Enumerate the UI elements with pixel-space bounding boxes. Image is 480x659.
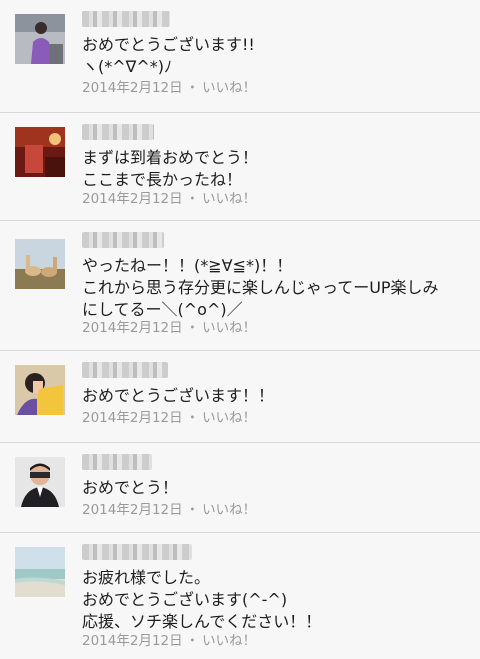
comment-item: おめでとう！ 2014年2月12日・いいね！ xyxy=(0,443,480,533)
woman-purple-icon[interactable] xyxy=(15,14,65,64)
separator: ・ xyxy=(185,502,200,518)
comment-text: お疲れ様でした。 おめでとうございます(^-^) 応援、ソチ楽しんでください！！ xyxy=(82,568,322,631)
comment-text: おめでとう！ xyxy=(82,478,179,497)
comment-date: 2014年2月12日 xyxy=(82,320,183,336)
like-link[interactable]: いいね！ xyxy=(202,633,256,649)
alpacas-icon[interactable] xyxy=(15,239,65,289)
like-link[interactable]: いいね！ xyxy=(202,410,256,426)
comment-meta: 2014年2月12日・いいね！ xyxy=(82,409,256,427)
comment-meta: 2014年2月12日・いいね！ xyxy=(82,190,256,208)
red-room-icon[interactable] xyxy=(15,127,65,177)
beach-icon[interactable] xyxy=(15,547,65,597)
like-link[interactable]: いいね！ xyxy=(202,191,256,207)
comment-item: おめでとうございます！！ 2014年2月12日・いいね！ xyxy=(0,351,480,443)
comment-item: お疲れ様でした。 おめでとうございます(^-^) 応援、ソチ楽しんでください！！… xyxy=(0,533,480,659)
commenter-name-blurred[interactable] xyxy=(82,124,154,140)
like-link[interactable]: いいね！ xyxy=(202,502,256,518)
comment-meta: 2014年2月12日・いいね！ xyxy=(82,79,256,97)
separator: ・ xyxy=(185,410,200,426)
commenter-name-blurred[interactable] xyxy=(82,362,168,378)
comment-text: やったねー！！(*≧∀≦*)！！ これから思う存分更に楽しんじゃってーUP楽しみ… xyxy=(82,256,439,319)
separator: ・ xyxy=(185,633,200,649)
commenter-name-blurred[interactable] xyxy=(82,454,152,470)
separator: ・ xyxy=(185,191,200,207)
comment-text: まずは到着おめでとう！ ここまで長かったね！ xyxy=(82,148,259,189)
comment-feed: おめでとうございます!! ヽ(*^∇^*)ﾉ 2014年2月12日・いいね！ ま… xyxy=(0,0,480,659)
separator: ・ xyxy=(185,80,200,96)
woman-yellow-icon[interactable] xyxy=(15,365,65,415)
comment-item: まずは到着おめでとう！ ここまで長かったね！ 2014年2月12日・いいね！ xyxy=(0,113,480,221)
comment-meta: 2014年2月12日・いいね！ xyxy=(82,319,256,337)
like-link[interactable]: いいね！ xyxy=(202,320,256,336)
comment-date: 2014年2月12日 xyxy=(82,191,183,207)
comment-meta: 2014年2月12日・いいね！ xyxy=(82,632,256,650)
comment-date: 2014年2月12日 xyxy=(82,410,183,426)
comment-item: やったねー！！(*≧∀≦*)！！ これから思う存分更に楽しんじゃってーUP楽しみ… xyxy=(0,221,480,351)
comment-date: 2014年2月12日 xyxy=(82,502,183,518)
comment-meta: 2014年2月12日・いいね！ xyxy=(82,501,256,519)
commenter-name-blurred[interactable] xyxy=(82,11,170,27)
comment-date: 2014年2月12日 xyxy=(82,633,183,649)
man-suit-icon[interactable] xyxy=(15,457,65,507)
separator: ・ xyxy=(185,320,200,336)
comment-text: おめでとうございます!! ヽ(*^∇^*)ﾉ xyxy=(82,35,255,76)
comment-date: 2014年2月12日 xyxy=(82,80,183,96)
like-link[interactable]: いいね！ xyxy=(202,80,256,96)
comment-item: おめでとうございます!! ヽ(*^∇^*)ﾉ 2014年2月12日・いいね！ xyxy=(0,0,480,113)
comment-text: おめでとうございます！！ xyxy=(82,386,275,405)
commenter-name-blurred[interactable] xyxy=(82,232,164,248)
commenter-name-blurred[interactable] xyxy=(82,544,192,560)
